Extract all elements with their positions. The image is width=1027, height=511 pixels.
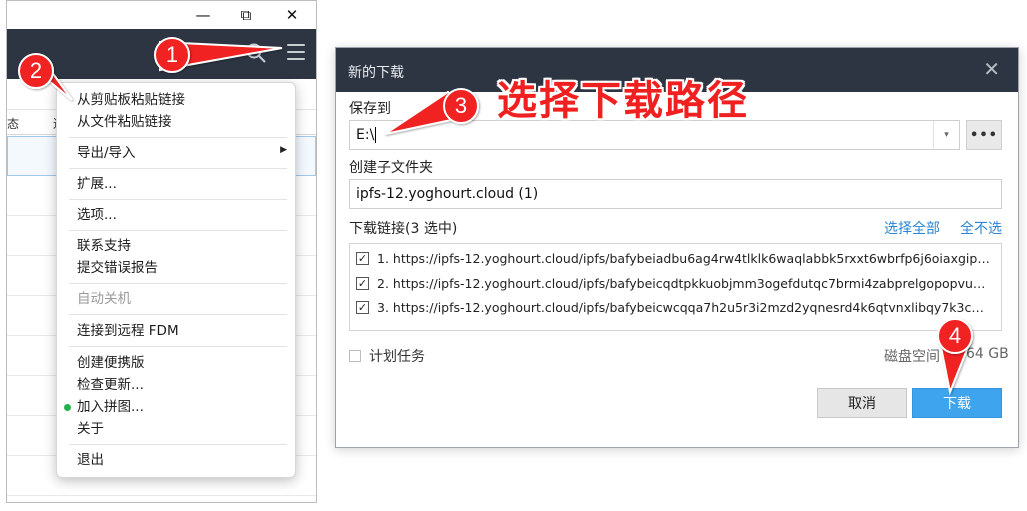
hamburger-menu-icon[interactable] (287, 44, 305, 62)
download-links-label: 下载链接(3 选中) (349, 221, 458, 237)
menu-item-contact-support[interactable]: 联系支持 (77, 235, 131, 257)
status-dot-icon (64, 404, 71, 411)
link-url: 3. https://ipfs-12.yoghourt.cloud/ipfs/b… (377, 299, 992, 315)
submenu-arrow-icon: ▶ (280, 145, 287, 155)
select-all-link[interactable]: 选择全部 (884, 218, 940, 238)
step-number-3: 3 (454, 93, 468, 118)
menu-divider (69, 283, 287, 284)
menu-divider (69, 199, 287, 200)
menu-item-create-portable[interactable]: 创建便携版 (77, 352, 145, 374)
dialog-close-icon[interactable]: ✕ (983, 57, 1000, 81)
list-item[interactable]: ✓ 2. https://ipfs-12.yoghourt.cloud/ipfs… (356, 272, 992, 294)
menu-item-paste-clipboard[interactable]: 从剪贴板粘贴链接 (77, 89, 185, 111)
link-checkbox[interactable]: ✓ (356, 276, 369, 290)
cancel-button[interactable]: 取消 (817, 388, 907, 418)
download-links-list: ✓ 1. https://ipfs-12.yoghourt.cloud/ipfs… (349, 243, 1002, 331)
subfolder-label: 创建子文件夹 (349, 160, 433, 176)
step-number-4: 4 (948, 323, 962, 348)
list-item[interactable]: ✓ 1. https://ipfs-12.yoghourt.cloud/ipfs… (356, 247, 992, 269)
minimize-button[interactable]: — (180, 1, 226, 29)
menu-item-about[interactable]: 关于 (77, 418, 104, 440)
title-bar: — ⧉ ✕ (7, 1, 316, 29)
browse-folder-button[interactable]: ••• (966, 120, 1002, 150)
menu-item-check-updates[interactable]: 检查更新... (77, 374, 144, 396)
menu-divider (69, 168, 287, 169)
menu-divider (69, 346, 287, 347)
menu-divider (69, 230, 287, 231)
main-context-menu: 从剪贴板粘贴链接 从文件粘贴链接 导出/导入 ▶ 扩展... 选项... 联系支… (56, 82, 296, 478)
menu-item-connect-remote[interactable]: 连接到远程 FDM (77, 320, 179, 342)
schedule-checkbox[interactable] (349, 350, 361, 362)
close-window-button[interactable]: ✕ (269, 1, 315, 29)
menu-divider (69, 314, 287, 315)
menu-item-report-bug[interactable]: 提交错误报告 (77, 257, 158, 279)
menu-item-export-import[interactable]: 导出/导入 (77, 142, 136, 164)
download-button[interactable]: 下载 (912, 388, 1002, 418)
search-icon[interactable] (245, 42, 267, 64)
menu-item-exit[interactable]: 退出 (77, 449, 104, 471)
menu-item-extensions[interactable]: 扩展... (77, 173, 117, 195)
menu-item-options[interactable]: 选项... (77, 204, 117, 226)
link-url: 1. https://ipfs-12.yoghourt.cloud/ipfs/b… (377, 250, 992, 266)
annotation-callout: 选择下载路径 (497, 78, 749, 124)
restore-button[interactable]: ⧉ (223, 1, 269, 29)
text-caret (375, 127, 377, 143)
menu-item-join-puzzle[interactable]: 加入拼图... (77, 396, 144, 418)
save-to-label: 保存到 (349, 101, 391, 117)
column-header-status[interactable]: 态 (7, 115, 19, 132)
step-number-1: 1 (165, 42, 179, 67)
schedule-label[interactable]: 计划任务 (369, 346, 425, 366)
menu-item-auto-shutdown: 自动关机 (77, 291, 131, 307)
menu-item-paste-file[interactable]: 从文件粘贴链接 (77, 111, 172, 133)
list-item[interactable]: ✓ 3. https://ipfs-12.yoghourt.cloud/ipfs… (356, 296, 992, 318)
link-url: 2. https://ipfs-12.yoghourt.cloud/ipfs/b… (377, 275, 992, 291)
path-dropdown-icon[interactable]: ▾ (933, 121, 959, 149)
disk-space-label: 磁盘空间 (884, 349, 940, 365)
link-checkbox[interactable]: ✓ (356, 300, 369, 314)
link-checkbox[interactable]: ✓ (356, 251, 369, 265)
select-none-link[interactable]: 全不选 (960, 218, 1002, 238)
dialog-title: 新的下载 (348, 65, 404, 81)
subfolder-input[interactable]: ipfs-12.yoghourt.cloud (1) (349, 179, 1002, 209)
menu-divider (69, 444, 287, 445)
step-number-2: 2 (29, 58, 43, 83)
save-path-value: E:\ (356, 127, 375, 143)
menu-divider (69, 137, 287, 138)
